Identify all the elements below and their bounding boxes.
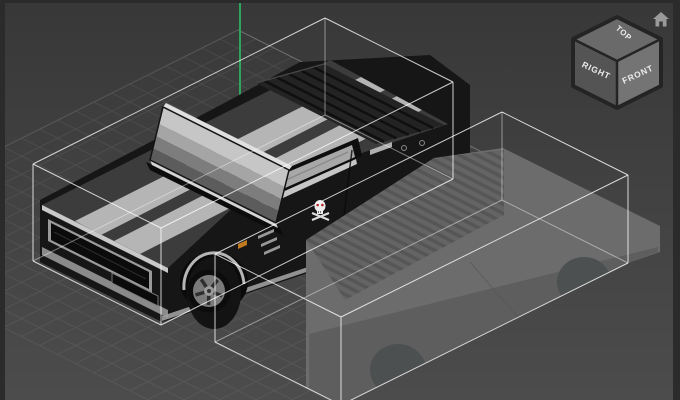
viewcube[interactable]: TOP RIGHT FRONT [573, 17, 661, 108]
viewport-canvas[interactable]: TOP RIGHT FRONT [0, 0, 680, 400]
editor-viewport: TOP RIGHT FRONT [0, 0, 680, 400]
